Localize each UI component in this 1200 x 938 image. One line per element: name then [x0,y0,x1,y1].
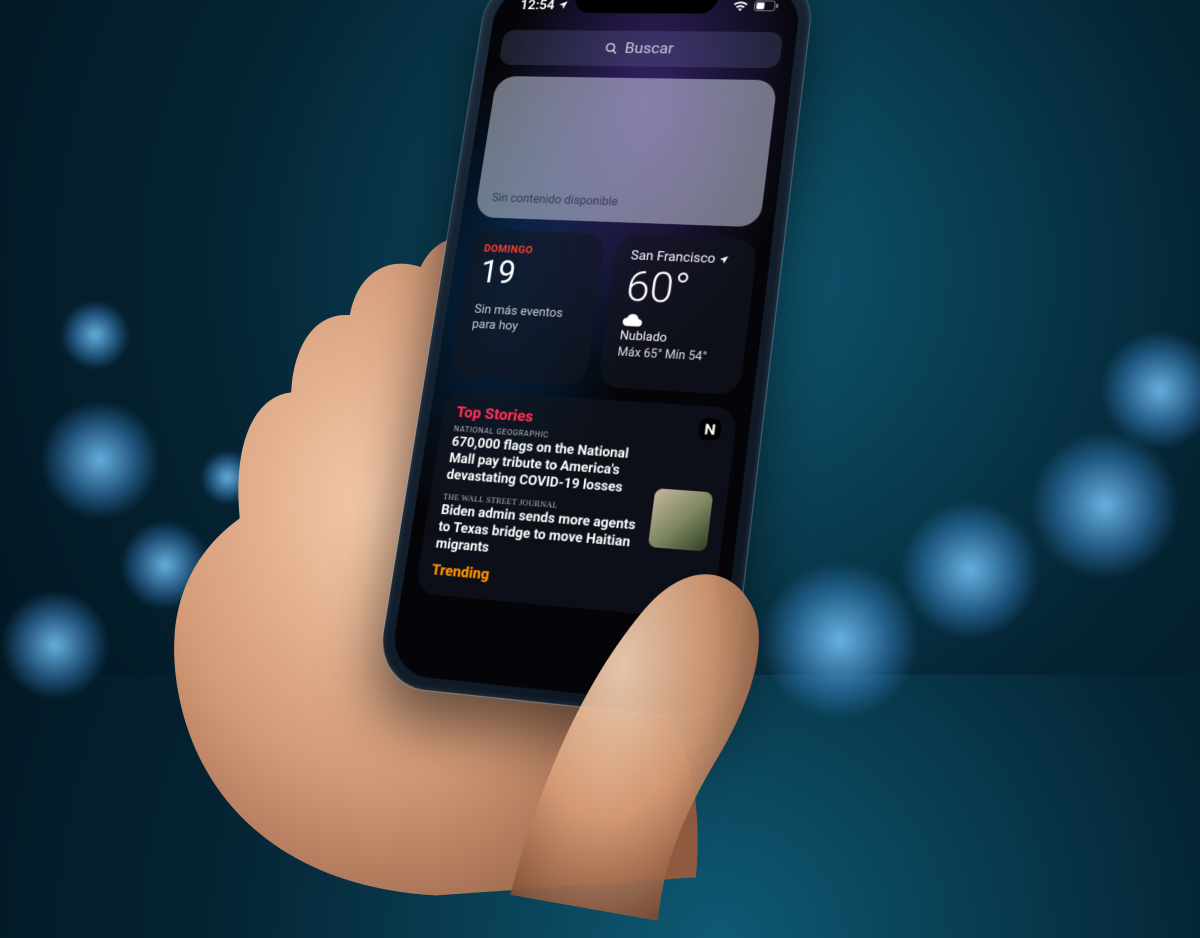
news-app-icon [698,417,723,440]
news-thumbnail [648,488,714,552]
news-section-title: Top Stories [455,402,722,438]
search-field[interactable]: Buscar [499,29,784,68]
weather-hilo: Máx 65° Mín 54° [617,344,729,365]
news-headline: 670,000 flags on the National Mall pay t… [445,434,718,504]
news-story[interactable]: NATIONAL GEOGRAPHIC 670,000 flags on the… [445,424,719,503]
news-story[interactable]: THE WALL STREET JOURNAL Biden admin send… [434,491,711,575]
search-placeholder: Buscar [624,39,675,57]
battery-icon [754,0,780,10]
search-icon [603,41,620,55]
calendar-events-text: Sin más eventos para hoy [471,302,581,338]
calendar-widget[interactable]: DOMINGO 19 Sin más eventos para hoy [449,228,606,385]
status-time: 12:54 [519,0,556,12]
news-headline: Biden admin sends more agents to Texas b… [434,502,709,576]
location-icon [557,0,569,9]
calendar-daynum: 19 [478,256,588,292]
news-trending-title: Trending [430,560,702,602]
tips-widget[interactable]: Sin contenido disponible [474,75,777,226]
weather-widget[interactable]: San Francisco 60° Nublado Máx 65° Mín 54… [597,234,758,395]
display-notch [573,0,719,13]
weather-temp: 60° [624,265,739,312]
news-source: THE WALL STREET JOURNAL [443,491,711,522]
wifi-icon [732,0,749,10]
location-arrow-icon [718,253,730,264]
phone-device: 12:54 [375,0,815,722]
news-source: NATIONAL GEOGRAPHIC [453,424,719,451]
news-widget[interactable]: Top Stories NATIONAL GEOGRAPHIC 670,000 … [415,390,738,621]
weather-condition: Nublado [619,328,731,348]
phone-screen: 12:54 [389,0,803,707]
tips-empty-label: Sin contenido disponible [491,191,619,209]
cloud-icon [621,312,644,327]
